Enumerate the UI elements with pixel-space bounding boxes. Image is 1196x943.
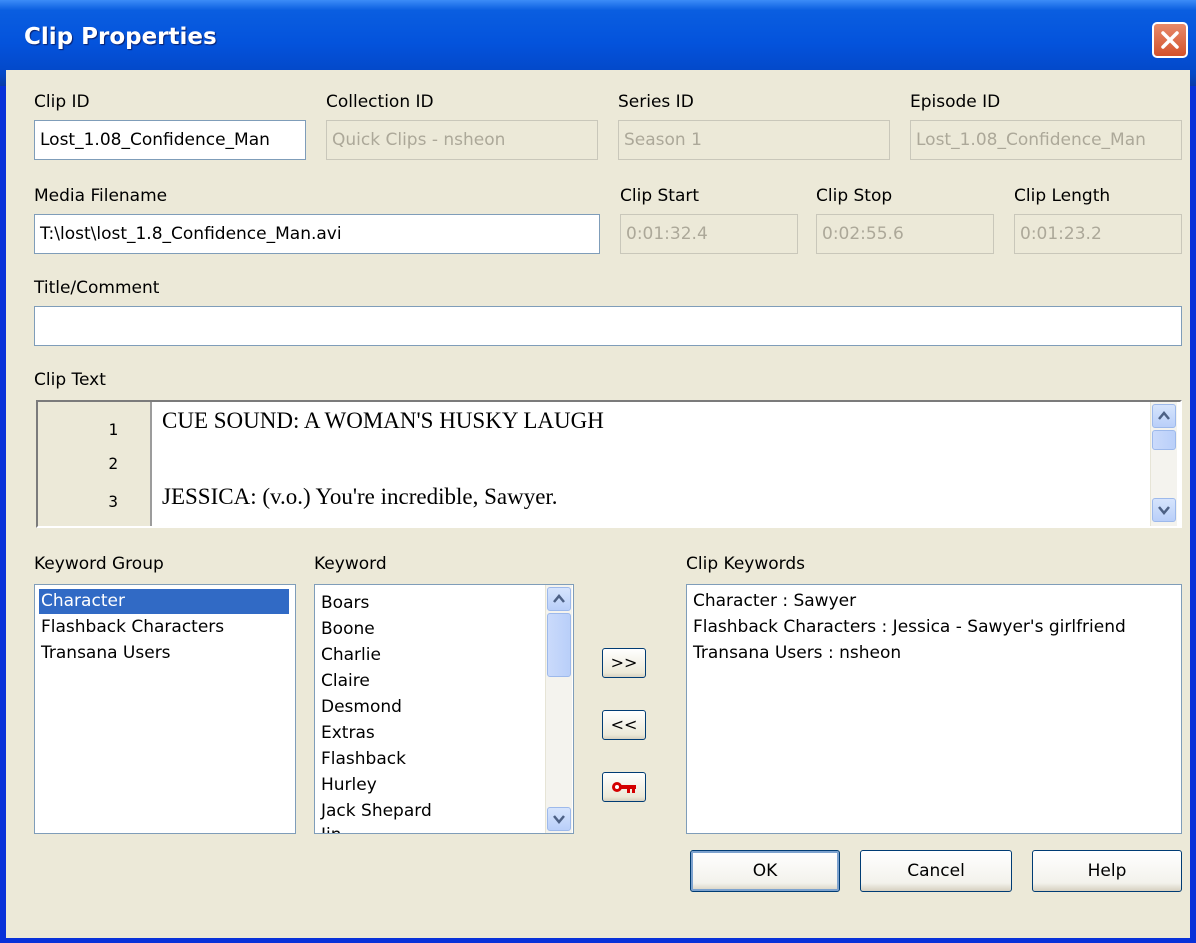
ok-button[interactable]: OK [690, 850, 840, 892]
keyword-item[interactable]: Extras [319, 721, 375, 746]
clip-id-field[interactable]: Lost_1.08_Confidence_Man [34, 120, 306, 160]
help-button[interactable]: Help [1032, 850, 1182, 892]
scroll-down-button[interactable] [1152, 498, 1176, 522]
scroll-thumb[interactable] [1152, 430, 1176, 450]
scroll-up-button[interactable] [547, 587, 571, 611]
chevron-up-icon [553, 594, 565, 603]
title-comment-field[interactable] [34, 306, 1182, 346]
title-comment-label: Title/Comment [34, 278, 160, 298]
quick-key-button[interactable] [602, 772, 646, 802]
remove-keyword-button[interactable]: << [602, 710, 646, 740]
chevron-down-icon [1158, 506, 1170, 515]
clip-text-line[interactable]: CUE SOUND: A WOMAN'S HUSKY LAUGH [162, 408, 604, 434]
keyword-group-list[interactable]: Character Flashback Characters Transana … [34, 584, 296, 834]
keyword-group-item-character[interactable]: Character [39, 589, 289, 614]
close-button[interactable] [1152, 22, 1188, 58]
scroll-up-button[interactable] [1152, 404, 1176, 428]
add-keyword-button[interactable]: >> [602, 648, 646, 678]
keyword-list[interactable]: Boars Boone Charlie Claire Desmond Extra… [314, 584, 574, 834]
window-title: Clip Properties [24, 24, 217, 50]
clip-length-field: 0:01:23.2 [1014, 214, 1182, 254]
line-number: 1 [108, 420, 118, 439]
cancel-button[interactable]: Cancel [860, 850, 1012, 892]
clip-start-label: Clip Start [620, 186, 700, 206]
clip-stop-field: 0:02:55.6 [816, 214, 994, 254]
key-icon [612, 782, 636, 793]
clip-keyword-item[interactable]: Character : Sawyer [691, 589, 856, 614]
clip-id-label: Clip ID [34, 92, 90, 112]
keyword-item[interactable]: Hurley [319, 773, 377, 798]
keyword-item[interactable]: Desmond [319, 695, 402, 720]
keyword-item[interactable]: Boone [319, 617, 375, 642]
clip-keywords-list[interactable]: Character : Sawyer Flashback Characters … [686, 584, 1182, 834]
keyword-scrollbar[interactable] [545, 585, 572, 833]
collection-id-field: Quick Clips - nsheon [326, 120, 598, 160]
media-filename-label: Media Filename [34, 186, 168, 206]
clip-length-label: Clip Length [1014, 186, 1111, 206]
chevron-up-icon [1158, 411, 1170, 420]
keyword-group-label: Keyword Group [34, 554, 164, 574]
clip-keywords-label: Clip Keywords [686, 554, 805, 574]
clip-keyword-item[interactable]: Flashback Characters : Jessica - Sawyer'… [691, 615, 1126, 640]
keyword-group-item-transana-users[interactable]: Transana Users [39, 641, 171, 666]
scroll-thumb[interactable] [547, 613, 571, 677]
episode-id-label: Episode ID [910, 92, 1001, 112]
series-id-field: Season 1 [618, 120, 890, 160]
keyword-item[interactable]: Jin [319, 823, 342, 833]
clip-text-line[interactable]: JESSICA: (v.o.) You're incredible, Sawye… [162, 484, 558, 510]
line-number: 3 [108, 492, 118, 511]
clip-text-scrollbar[interactable] [1150, 402, 1177, 526]
collection-id-label: Collection ID [326, 92, 434, 112]
keyword-item[interactable]: Charlie [319, 643, 381, 668]
close-icon [1161, 31, 1179, 49]
clip-properties-window: Clip Properties Clip ID Collection ID Se… [0, 0, 1196, 943]
keyword-label: Keyword [314, 554, 387, 574]
chevron-down-icon [553, 815, 565, 824]
clip-keyword-item[interactable]: Transana Users : nsheon [691, 641, 901, 666]
clip-text-editor[interactable]: 1 2 3 CUE SOUND: A WOMAN'S HUSKY LAUGH J… [36, 400, 1182, 528]
episode-id-field: Lost_1.08_Confidence_Man [910, 120, 1182, 160]
keyword-group-item-flashback-characters[interactable]: Flashback Characters [39, 615, 224, 640]
clip-stop-label: Clip Stop [816, 186, 893, 206]
keyword-item[interactable]: Flashback [319, 747, 406, 772]
line-number: 2 [108, 454, 118, 473]
keyword-item[interactable]: Claire [319, 669, 370, 694]
media-filename-field[interactable]: T:\lost\lost_1.8_Confidence_Man.avi [34, 214, 600, 254]
dialog-body: Clip ID Collection ID Series ID Episode … [6, 70, 1190, 938]
keyword-item[interactable]: Boars [319, 591, 369, 616]
scroll-down-button[interactable] [547, 807, 571, 831]
clip-start-field: 0:01:32.4 [620, 214, 798, 254]
keyword-item[interactable]: Jack Shepard [319, 799, 432, 824]
series-id-label: Series ID [618, 92, 694, 112]
clip-text-label: Clip Text [34, 370, 106, 390]
